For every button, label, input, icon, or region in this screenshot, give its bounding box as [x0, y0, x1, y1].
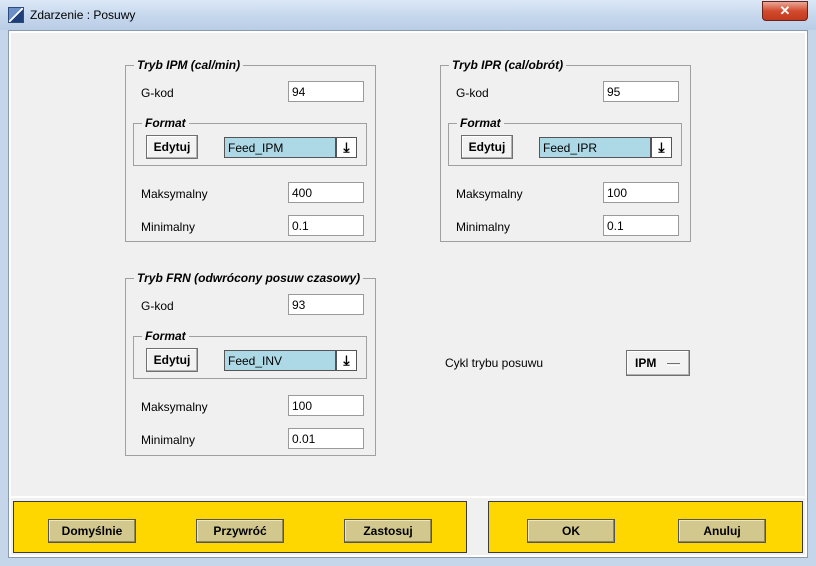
arrow-down-to-bar-icon[interactable]: ⤓ [336, 350, 357, 371]
ipr-format-group: Format Edytuj Feed_IPR ⤓ [448, 116, 682, 166]
group-ipm-title: Tryb IPM (cal/min) [134, 58, 244, 72]
restore-button[interactable]: Przywróć [196, 519, 284, 543]
close-button[interactable]: ✕ [762, 1, 808, 21]
app-window-icon [8, 7, 24, 23]
group-ipm: Tryb IPM (cal/min) G-kod Format Edytuj F… [125, 58, 376, 242]
ipr-gcode-label: G-kod [456, 86, 489, 100]
cycle-mode-value: IPM [635, 356, 657, 370]
frn-gcode-field[interactable] [288, 294, 364, 315]
ipr-min-field[interactable] [603, 215, 679, 236]
ipr-max-field[interactable] [603, 182, 679, 203]
window-title: Zdarzenie : Posuwy [30, 8, 136, 22]
apply-button[interactable]: Zastosuj [344, 519, 432, 543]
ipm-format-group: Format Edytuj Feed_IPM ⤓ [133, 116, 367, 166]
frn-max-field[interactable] [288, 395, 364, 416]
ipr-gcode-field[interactable] [603, 81, 679, 102]
ipr-format-select[interactable]: Feed_IPR [539, 137, 651, 158]
ipr-edit-button[interactable]: Edytuj [461, 135, 513, 159]
ipm-edit-button[interactable]: Edytuj [146, 135, 198, 159]
frn-format-group: Format Edytuj Feed_INV ⤓ [133, 329, 367, 379]
cycle-mode-button[interactable]: IPM [626, 350, 690, 376]
ipm-format-title: Format [142, 116, 189, 130]
frn-format-title: Format [142, 329, 189, 343]
frn-max-label: Maksymalny [141, 400, 208, 414]
footer-bar: Domyślnie Przywróć Zastosuj OK Anuluj [11, 498, 805, 555]
ipm-max-field[interactable] [288, 182, 364, 203]
footer-left-panel: Domyślnie Przywróć Zastosuj [13, 501, 467, 553]
group-frn: Tryb FRN (odwrócony posuw czasowy) G-kod… [125, 271, 376, 456]
defaults-button[interactable]: Domyślnie [48, 519, 136, 543]
ipm-min-label: Minimalny [141, 220, 196, 234]
ipm-gcode-field[interactable] [288, 81, 364, 102]
ipr-format-title: Format [457, 116, 504, 130]
frn-min-label: Minimalny [141, 433, 196, 447]
cycle-mode-label: Cykl trybu posuwu [445, 356, 544, 370]
main-panel: Tryb IPM (cal/min) G-kod Format Edytuj F… [11, 33, 805, 496]
ipm-gcode-label: G-kod [141, 86, 174, 100]
frn-gcode-label: G-kod [141, 299, 174, 313]
cancel-button[interactable]: Anuluj [678, 519, 766, 543]
toggle-indicator-icon [667, 363, 680, 366]
group-ipr-title: Tryb IPR (cal/obrót) [449, 58, 567, 72]
frn-format-select[interactable]: Feed_INV [224, 350, 336, 371]
ipr-max-label: Maksymalny [456, 187, 523, 201]
group-ipr: Tryb IPR (cal/obrót) G-kod Format Edytuj… [440, 58, 691, 242]
arrow-down-to-bar-icon[interactable]: ⤓ [336, 137, 357, 158]
dialog-client-area: Tryb IPM (cal/min) G-kod Format Edytuj F… [8, 30, 808, 558]
arrow-down-to-bar-icon[interactable]: ⤓ [651, 137, 672, 158]
ipm-min-field[interactable] [288, 215, 364, 236]
group-frn-title: Tryb FRN (odwrócony posuw czasowy) [134, 271, 364, 285]
ipm-format-select[interactable]: Feed_IPM [224, 137, 336, 158]
frn-min-field[interactable] [288, 428, 364, 449]
footer-right-panel: OK Anuluj [488, 501, 803, 553]
ok-button[interactable]: OK [527, 519, 615, 543]
ipm-max-label: Maksymalny [141, 187, 208, 201]
ipr-min-label: Minimalny [456, 220, 511, 234]
title-bar[interactable]: Zdarzenie : Posuwy ✕ [0, 0, 816, 30]
frn-edit-button[interactable]: Edytuj [146, 348, 198, 372]
